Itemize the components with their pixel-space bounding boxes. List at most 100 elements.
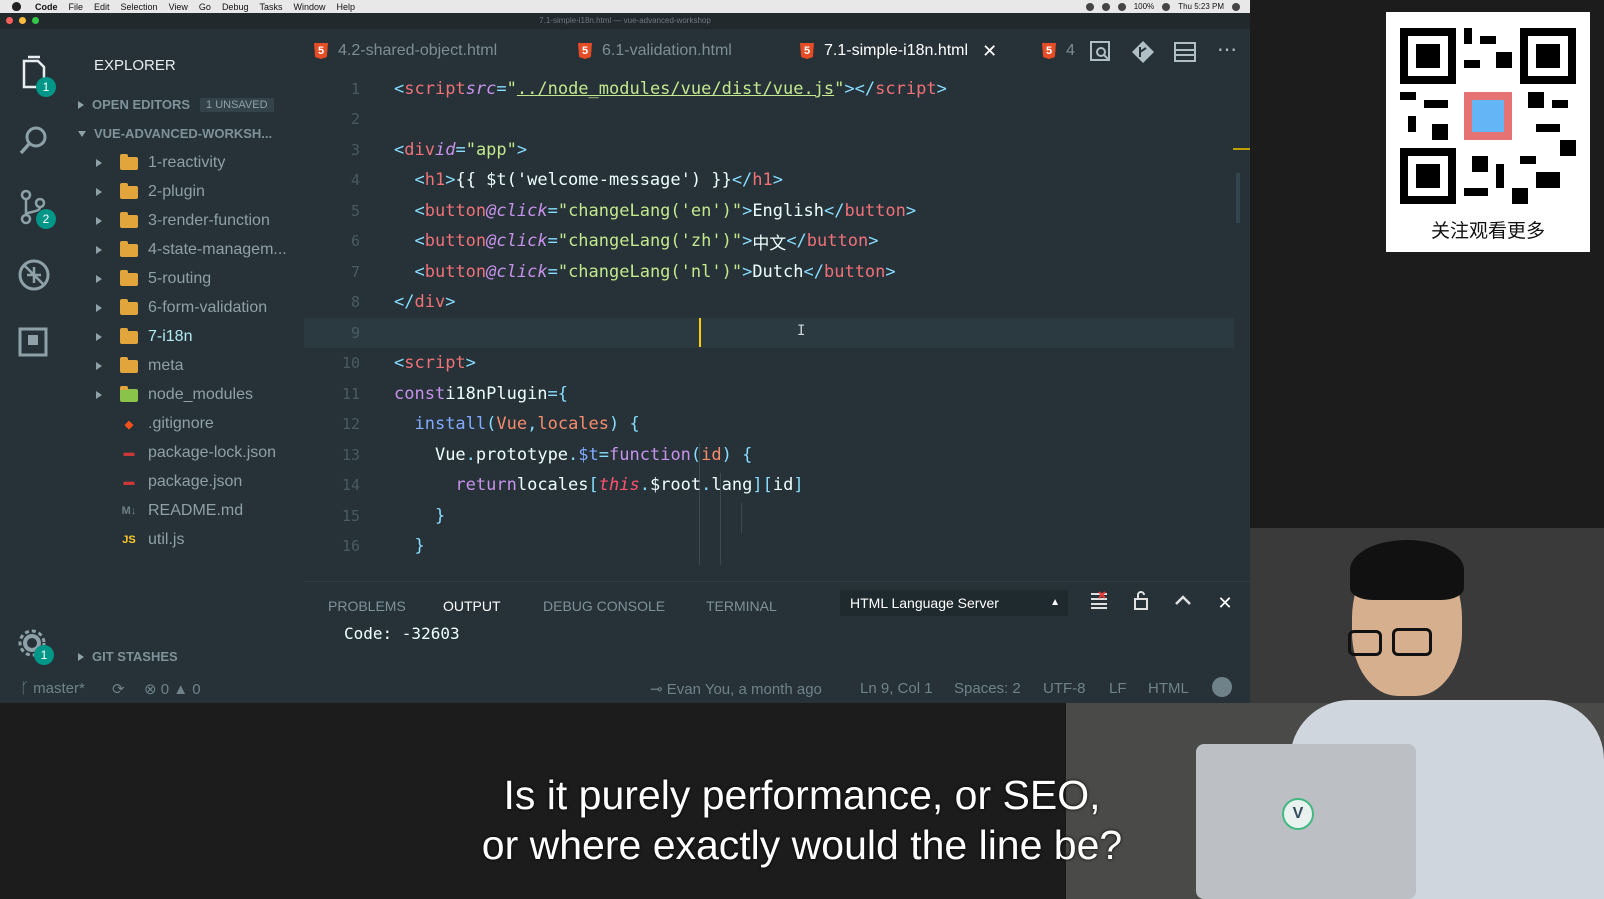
tab-6-1-validation[interactable]: 5 6.1-validation.html	[578, 29, 732, 73]
feedback-smiley-icon[interactable]	[1212, 677, 1232, 697]
git-stashes-label: GIT STASHES	[92, 649, 178, 664]
tab-problems[interactable]: PROBLEMS	[328, 598, 406, 614]
tree-item-3-render-function[interactable]: 3-render-function	[96, 209, 270, 233]
tree-item-label: 1-reactivity	[148, 154, 226, 171]
menu-edit[interactable]: Edit	[94, 2, 110, 12]
line-ending[interactable]: LF	[1109, 680, 1127, 697]
wifi-icon[interactable]	[1117, 2, 1126, 11]
menubar-status: 100% Thu 5:23 PM	[1085, 0, 1240, 13]
tab-debug-console[interactable]: DEBUG CONSOLE	[543, 598, 665, 614]
code-editor[interactable]: 1 < script src = "../node_modules/vue/dist/v…	[304, 73, 1250, 581]
problems-status[interactable]: ⊗ 0 ▲ 0	[144, 680, 201, 698]
more-actions-icon[interactable]: ⋯	[1214, 39, 1240, 65]
code-line-11: 11 const i18nPlugin = {	[304, 379, 1234, 409]
git-stashes-section[interactable]: GIT STASHES	[78, 649, 178, 664]
tab-7-1-simple-i18n[interactable]: 5 7.1-simple-i18n.html ✕	[800, 29, 997, 73]
battery-icon[interactable]	[1162, 2, 1171, 11]
open-editors-section[interactable]: OPEN EDITORS 1 UNSAVED	[78, 97, 274, 112]
tree-item-label: 3-render-function	[148, 212, 270, 229]
output-channel-select[interactable]: HTML Language Server ▲	[840, 590, 1068, 616]
menu-debug[interactable]: Debug	[222, 2, 249, 12]
encoding[interactable]: UTF-8	[1043, 680, 1086, 697]
debug-icon[interactable]	[14, 255, 54, 295]
tab-output[interactable]: OUTPUT	[443, 598, 501, 614]
scroll-lock-icon[interactable]	[1128, 590, 1154, 616]
battery-level[interactable]: 100%	[1134, 2, 1154, 11]
qr-card: 关注观看更多	[1386, 12, 1590, 252]
menu-go[interactable]: Go	[199, 2, 211, 12]
git-compare-icon[interactable]	[1130, 39, 1156, 65]
tab-label: 7.1-simple-i18n.html	[824, 42, 969, 59]
tree-item-5-routing[interactable]: 5-routing	[96, 267, 211, 291]
tree-item-gitignore[interactable]: ◆ .gitignore	[96, 412, 214, 436]
status-icon[interactable]	[1085, 2, 1094, 11]
line-number: 8	[350, 293, 360, 311]
tree-item-util-js[interactable]: JS util.js	[96, 528, 184, 552]
spotlight-icon[interactable]	[1232, 2, 1240, 11]
maximize-panel-icon[interactable]	[1170, 590, 1196, 616]
tree-item-6-form-validation[interactable]: 6-form-validation	[96, 296, 267, 320]
npm-file-icon: ▬	[123, 447, 135, 459]
close-tab-icon[interactable]: ✕	[982, 41, 997, 62]
cursor-position[interactable]: Ln 9, Col 1	[860, 680, 933, 697]
npm-file-icon: ▬	[123, 476, 135, 488]
clear-output-icon[interactable]	[1086, 590, 1112, 616]
open-preview-icon[interactable]	[1088, 39, 1114, 65]
tree-item-2-plugin[interactable]: 2-plugin	[96, 180, 205, 204]
tree-item-package-lock[interactable]: ▬ package-lock.json	[96, 441, 277, 465]
extensions-icon[interactable]	[14, 321, 54, 361]
qr-code-icon	[1400, 28, 1576, 204]
dropbox-icon[interactable]	[1101, 2, 1110, 11]
indentation[interactable]: Spaces: 2	[954, 680, 1021, 697]
tab-4-overflow[interactable]: 54	[1042, 29, 1075, 73]
qr-caption: 关注观看更多	[1430, 220, 1545, 242]
tree-item-node-modules[interactable]: node_modules	[96, 383, 253, 407]
branch-status[interactable]: ᚴ master*	[20, 680, 85, 697]
blame-text: Evan You, a month ago	[666, 681, 822, 698]
source-control-icon[interactable]: 2	[14, 187, 56, 229]
editor-scrollbar[interactable]	[1236, 173, 1240, 223]
folder-icon	[120, 327, 138, 344]
close-panel-icon[interactable]: ✕	[1212, 590, 1238, 616]
split-editor-icon[interactable]	[1172, 39, 1198, 65]
tree-item-package-json[interactable]: ▬ package.json	[96, 470, 243, 494]
sync-icon[interactable]: ⟳	[112, 680, 125, 698]
code-line-7: 7 < button @click = "changeLang('nl')" > Dutc…	[304, 257, 1234, 287]
code-line-10: 10 < script >	[304, 348, 1234, 378]
menu-window[interactable]: Window	[293, 2, 325, 12]
scm-badge: 2	[36, 209, 56, 229]
code-line-15: 15 }	[304, 501, 1234, 531]
tree-item-label: node_modules	[148, 386, 253, 403]
zoom-window-icon[interactable]	[32, 17, 39, 24]
project-section[interactable]: VUE-ADVANCED-WORKSH...	[78, 126, 272, 141]
menu-tasks[interactable]: Tasks	[259, 2, 282, 12]
search-icon[interactable]	[14, 121, 54, 161]
minimize-window-icon[interactable]	[19, 17, 26, 24]
tree-item-7-i18n[interactable]: 7-i18n	[96, 325, 192, 349]
git-blame[interactable]: ⊸ Evan You, a month ago	[650, 680, 822, 698]
tab-terminal[interactable]: TERMINAL	[706, 598, 777, 614]
menu-app[interactable]: Code	[35, 2, 58, 12]
menu-file[interactable]: File	[69, 2, 84, 12]
tree-item-meta[interactable]: meta	[96, 354, 184, 378]
menu-help[interactable]: Help	[337, 2, 356, 12]
tree-item-1-reactivity[interactable]: 1-reactivity	[96, 151, 225, 175]
menu-selection[interactable]: Selection	[121, 2, 158, 12]
sidebar-title: EXPLORER	[94, 57, 176, 74]
clock[interactable]: Thu 5:23 PM	[1178, 2, 1224, 11]
tree-item-label: 6-form-validation	[148, 299, 268, 316]
commit-icon: ⊸	[650, 681, 667, 698]
apple-icon[interactable]	[12, 2, 21, 11]
branch-icon: ᚴ	[20, 680, 34, 697]
settings-gear-icon[interactable]: 1	[14, 625, 54, 665]
tab-4-2-shared-object[interactable]: 5 4.2-shared-object.html	[314, 29, 497, 73]
close-window-icon[interactable]	[6, 17, 13, 24]
folder-icon	[120, 298, 138, 315]
explorer-icon[interactable]: 1	[14, 55, 56, 97]
tree-item-readme[interactable]: M↓ README.md	[96, 499, 243, 523]
menu-view[interactable]: View	[169, 2, 188, 12]
tree-item-4-state-management[interactable]: 4-state-managem...	[96, 238, 287, 262]
language-mode[interactable]: HTML	[1148, 680, 1189, 697]
code-line-5: 5 < button @click = "changeLang('en')" > Engl…	[304, 196, 1234, 226]
folder-icon	[120, 211, 138, 228]
